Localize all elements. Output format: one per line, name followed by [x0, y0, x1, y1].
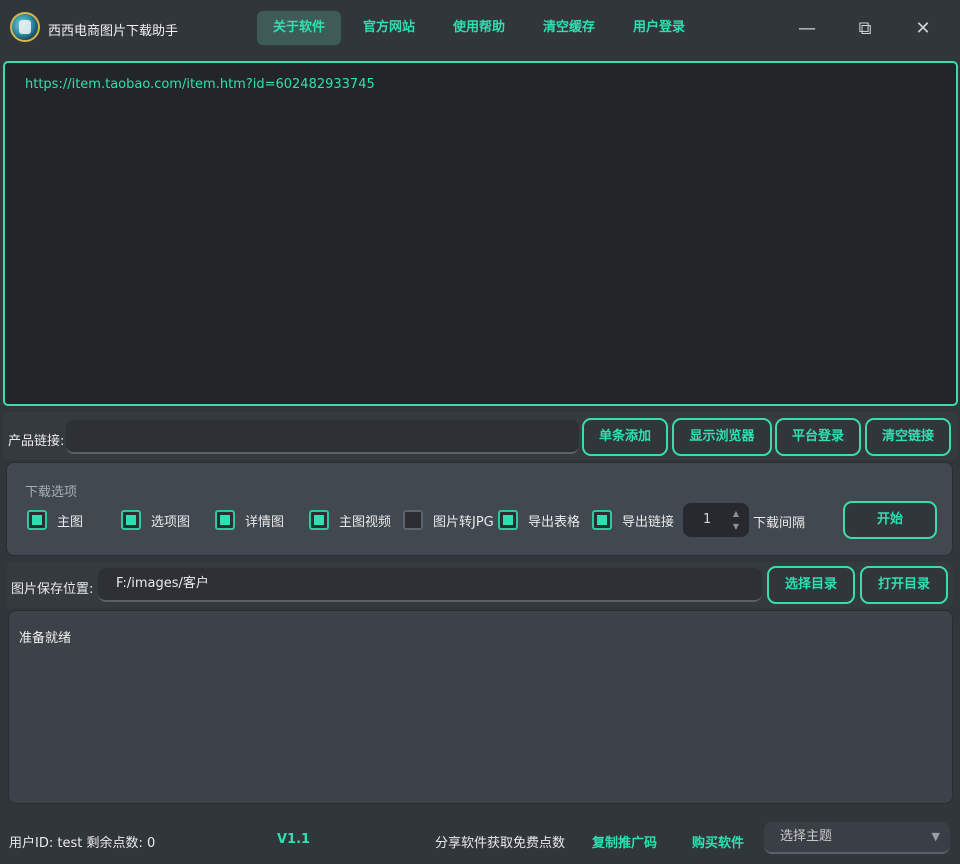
- checkbox-icon[interactable]: [121, 510, 141, 530]
- option-export-links[interactable]: 导出链接: [592, 509, 674, 531]
- nav-official-site[interactable]: 官方网站: [347, 11, 431, 45]
- nav-about[interactable]: 关于软件: [257, 11, 342, 45]
- save-path-label: 图片保存位置:: [11, 582, 94, 597]
- status-bar: 用户ID: test 剩余点数: 0 V1.1 分享软件获取免费点数 复制推广码…: [0, 812, 960, 864]
- save-path-row: 图片保存位置: F:/images/客户 选择目录 打开目录: [6, 562, 953, 608]
- interval-spinbox[interactable]: 1 ▲ ▼: [683, 503, 749, 537]
- spin-up-icon[interactable]: ▲: [733, 509, 739, 519]
- user-info: 用户ID: test 剩余点数: 0: [9, 836, 156, 851]
- add-single-button[interactable]: 单条添加: [582, 418, 668, 456]
- product-link-label: 产品链接:: [8, 434, 65, 449]
- theme-select-value: 选择主题: [780, 829, 833, 844]
- spin-down-icon[interactable]: ▼: [733, 522, 739, 532]
- interval-value: 1: [703, 512, 712, 527]
- choose-directory-button[interactable]: 选择目录: [767, 566, 855, 604]
- product-link-row: 产品链接: 单条添加 显示浏览器 平台登录 清空链接: [3, 412, 958, 460]
- nav-clear-cache[interactable]: 清空缓存: [527, 11, 611, 45]
- open-directory-button[interactable]: 打开目录: [860, 566, 948, 604]
- version-label: V1.1: [277, 832, 311, 847]
- nav-user-login[interactable]: 用户登录: [617, 11, 701, 45]
- log-text: 准备就绪: [19, 631, 72, 646]
- log-output[interactable]: 准备就绪: [8, 610, 953, 804]
- close-icon[interactable]: ✕: [908, 14, 938, 44]
- checkbox-icon[interactable]: [309, 510, 329, 530]
- download-options-title: 下载选项: [25, 485, 78, 500]
- download-options-group: 下载选项 主图 选项图 详情图 主图视频 图片转JPG 导出表格 导出链接 1 …: [6, 462, 953, 556]
- option-main-video[interactable]: 主图视频: [309, 509, 391, 531]
- chevron-down-icon: ▼: [931, 830, 940, 843]
- save-path-input[interactable]: F:/images/客户: [98, 568, 762, 602]
- option-detail-image[interactable]: 详情图: [215, 509, 284, 531]
- minimize-icon[interactable]: —: [792, 14, 822, 44]
- buy-software-link[interactable]: 购买软件: [692, 832, 744, 851]
- theme-select[interactable]: 选择主题 ▼: [764, 822, 950, 854]
- copy-referral-link[interactable]: 复制推广码: [592, 832, 657, 851]
- checkbox-icon[interactable]: [592, 510, 612, 530]
- url-list-textarea[interactable]: https://item.taobao.com/item.htm?id=6024…: [3, 61, 958, 406]
- option-variant-image[interactable]: 选项图: [121, 509, 190, 531]
- nav-help[interactable]: 使用帮助: [437, 11, 521, 45]
- interval-label: 下载间隔: [753, 516, 806, 531]
- clear-links-button[interactable]: 清空链接: [865, 418, 951, 456]
- app-logo-icon: [10, 12, 40, 42]
- checkbox-icon[interactable]: [498, 510, 518, 530]
- platform-login-button[interactable]: 平台登录: [775, 418, 861, 456]
- option-main-image[interactable]: 主图: [27, 509, 83, 531]
- checkbox-icon[interactable]: [403, 510, 423, 530]
- start-button[interactable]: 开始: [843, 501, 937, 539]
- title-bar: 西西电商图片下载助手 关于软件 官方网站 使用帮助 清空缓存 用户登录 — ⧉ …: [0, 0, 960, 58]
- option-export-table[interactable]: 导出表格: [498, 509, 580, 531]
- show-browser-button[interactable]: 显示浏览器: [672, 418, 772, 456]
- checkbox-icon[interactable]: [215, 510, 235, 530]
- product-link-input[interactable]: [66, 420, 579, 454]
- app-title: 西西电商图片下载助手: [48, 24, 179, 39]
- url-list-text: https://item.taobao.com/item.htm?id=6024…: [25, 77, 375, 92]
- restore-icon[interactable]: ⧉: [850, 14, 880, 44]
- share-text: 分享软件获取免费点数: [435, 836, 566, 851]
- checkbox-icon[interactable]: [27, 510, 47, 530]
- option-convert-jpg[interactable]: 图片转JPG: [403, 509, 494, 531]
